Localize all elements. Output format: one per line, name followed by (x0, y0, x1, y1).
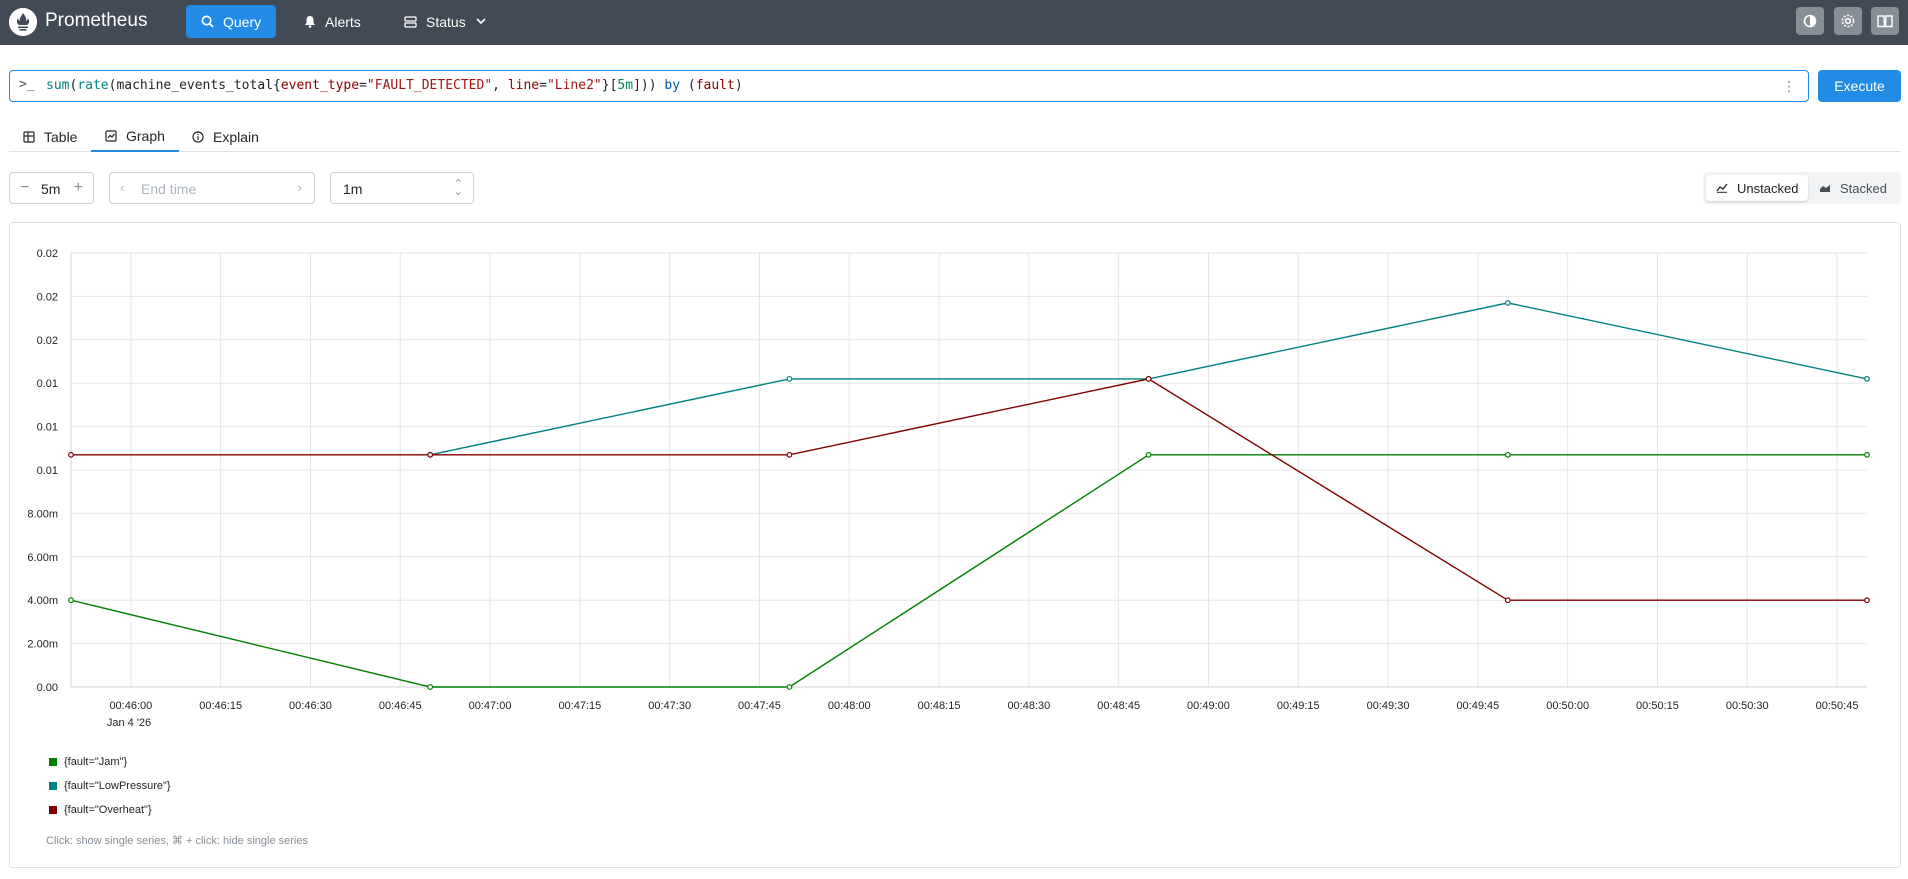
series-line-0 (70, 454, 1867, 688)
x-tick-label: 00:46:15 (199, 700, 242, 712)
y-tick-label: 2.00m (27, 639, 58, 651)
series-point-2 (427, 451, 434, 458)
series-point-2 (1864, 597, 1870, 604)
x-tick-label: 00:48:30 (1007, 700, 1050, 712)
series-point-2 (1145, 375, 1152, 382)
x-tick-label: 00:50:15 (1636, 700, 1679, 712)
x-tick-label: 00:50:00 (1546, 700, 1589, 712)
legend-item-jam[interactable]: {fault="Jam"} (49, 756, 127, 768)
legend-label: {fault="Overheat"} (64, 804, 152, 816)
x-tick-label: 00:46:30 (289, 700, 332, 712)
series-point-0 (1145, 451, 1152, 458)
series-point-0 (68, 597, 74, 604)
x-tick-label: 00:48:15 (918, 700, 961, 712)
y-tick-label: 4.00m (27, 595, 58, 607)
x-tick-label: 00:47:30 (648, 700, 691, 712)
series-point-0 (1864, 451, 1870, 458)
y-tick-label: 0.02 (37, 291, 58, 303)
series-line-2 (71, 378, 1867, 601)
x-date-label: Jan 4 '26 (107, 717, 151, 729)
legend-label: {fault="LowPressure"} (64, 780, 171, 792)
y-tick-label: 8.00m (27, 508, 58, 520)
x-tick-label: 00:47:45 (738, 700, 781, 712)
legend-swatch (49, 782, 57, 790)
legend-label: {fault="Jam"} (64, 756, 128, 768)
series-point-2 (1504, 597, 1511, 604)
legend-hint: Click: show single series, ⌘ + click: hi… (46, 835, 308, 847)
x-tick-label: 00:50:30 (1726, 700, 1769, 712)
y-tick-label: 6.00m (27, 552, 58, 564)
series-point-0 (1504, 451, 1511, 458)
x-tick-label: 00:49:30 (1367, 700, 1410, 712)
legend-swatch (49, 806, 57, 814)
y-tick-label: 0.02 (37, 335, 58, 347)
series-point-1 (1504, 300, 1511, 306)
x-tick-label: 00:47:15 (558, 700, 601, 712)
series-point-0 (427, 684, 434, 690)
series-point-1 (1864, 375, 1870, 382)
y-tick-label: 0.01 (37, 422, 58, 434)
series-point-0 (786, 684, 793, 690)
x-tick-label: 00:46:45 (379, 700, 422, 712)
series-point-2 (786, 451, 793, 458)
x-tick-label: 00:49:00 (1187, 700, 1230, 712)
x-tick-label: 00:49:15 (1277, 700, 1320, 712)
x-tick-label: 00:50:45 (1816, 700, 1859, 712)
series-point-1 (786, 375, 793, 382)
x-tick-label: 00:49:45 (1456, 700, 1499, 712)
x-tick-label: 00:48:45 (1097, 700, 1140, 712)
x-tick-label: 00:46:00 (109, 700, 152, 712)
y-tick-label: 0.01 (37, 465, 58, 477)
series-point-2 (68, 451, 74, 458)
x-tick-label: 00:47:00 (469, 700, 512, 712)
legend-item-lowpressure[interactable]: {fault="LowPressure"} (49, 780, 171, 792)
legend-swatch (49, 758, 57, 766)
legend-item-overheat[interactable]: {fault="Overheat"} (49, 804, 152, 816)
y-tick-label: 0.02 (37, 248, 58, 260)
time-series-chart[interactable]: 0.00 2.00m 4.00m 6.00m 8.00m 0.01 0.01 0.01 0.02… (0, 0, 1908, 740)
y-tick-label: 0.00 (37, 682, 58, 694)
y-tick-label: 0.01 (37, 378, 58, 390)
x-tick-label: 00:48:00 (828, 700, 871, 712)
